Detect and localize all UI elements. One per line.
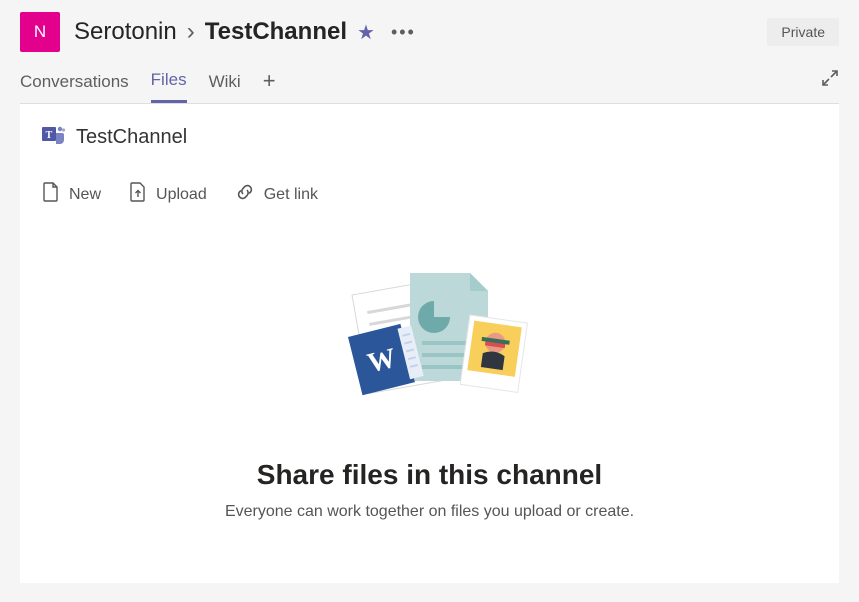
files-illustration: W	[320, 267, 540, 437]
upload-label: Upload	[156, 186, 207, 204]
add-tab-button[interactable]: +	[263, 68, 276, 100]
link-icon	[235, 182, 255, 207]
upload-icon	[129, 182, 147, 207]
favorite-star-icon[interactable]: ★	[357, 20, 375, 45]
teams-logo-icon: T	[42, 122, 66, 152]
empty-state: W Share files in this channel Everyone c…	[20, 207, 839, 521]
channel-name: TestChannel	[205, 18, 347, 46]
team-name[interactable]: Serotonin	[74, 18, 177, 46]
breadcrumb: Serotonin › TestChannel ★ •••	[74, 18, 753, 47]
team-avatar: N	[20, 12, 60, 52]
new-button[interactable]: New	[42, 182, 101, 207]
tab-bar: Conversations Files Wiki +	[0, 60, 859, 103]
chevron-right-icon: ›	[187, 18, 195, 46]
action-toolbar: New Upload Get link	[20, 152, 839, 207]
get-link-button[interactable]: Get link	[235, 182, 318, 207]
folder-header: T TestChannel	[20, 104, 839, 152]
tab-files[interactable]: Files	[151, 64, 187, 103]
folder-title: TestChannel	[76, 126, 187, 149]
tab-wiki[interactable]: Wiki	[209, 66, 241, 102]
new-label: New	[69, 186, 101, 204]
files-panel: T TestChannel New	[20, 103, 839, 583]
privacy-badge: Private	[767, 18, 839, 46]
empty-state-subtitle: Everyone can work together on files you …	[225, 503, 634, 521]
upload-button[interactable]: Upload	[129, 182, 207, 207]
expand-icon[interactable]	[821, 69, 839, 98]
new-file-icon	[42, 182, 60, 207]
channel-header: N Serotonin › TestChannel ★ ••• Private	[0, 0, 859, 60]
more-options-button[interactable]: •••	[385, 18, 422, 47]
empty-state-title: Share files in this channel	[257, 459, 602, 491]
get-link-label: Get link	[264, 186, 318, 204]
tab-conversations[interactable]: Conversations	[20, 66, 129, 102]
svg-text:T: T	[46, 130, 53, 141]
